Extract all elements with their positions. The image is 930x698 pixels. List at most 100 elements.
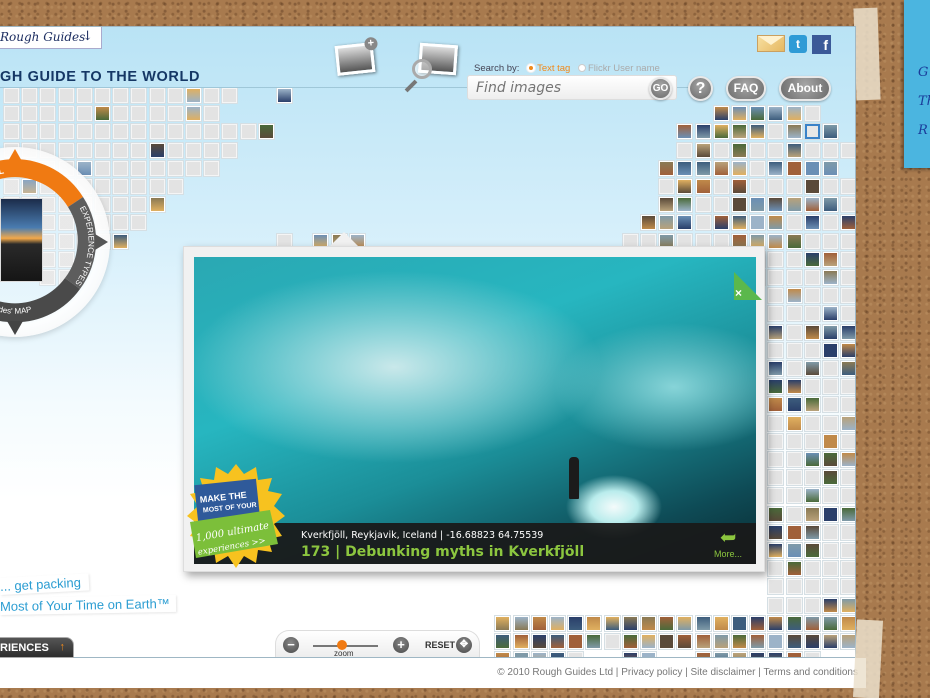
faq-button[interactable]: FAQ bbox=[726, 76, 766, 101]
map-photo-thumbnail[interactable] bbox=[841, 634, 855, 649]
map-photo-thumbnail[interactable] bbox=[732, 142, 747, 158]
map-photo-thumbnail[interactable] bbox=[586, 634, 602, 649]
map-photo-thumbnail[interactable] bbox=[823, 124, 838, 140]
site-disclaimer-link[interactable]: Site disclaimer bbox=[690, 667, 755, 678]
map-photo-thumbnail[interactable] bbox=[823, 270, 838, 285]
map-photo-thumbnail[interactable] bbox=[513, 615, 529, 631]
map-photo-thumbnail[interactable] bbox=[568, 634, 584, 649]
map-photo-thumbnail[interactable] bbox=[695, 634, 711, 649]
radio-text-tag[interactable] bbox=[527, 64, 536, 72]
map-photo-thumbnail[interactable] bbox=[841, 342, 855, 358]
map-photo-thumbnail[interactable] bbox=[677, 215, 693, 231]
map-photo-thumbnail[interactable] bbox=[768, 361, 784, 376]
map-photo-thumbnail[interactable] bbox=[677, 124, 693, 140]
map-photo-thumbnail[interactable] bbox=[823, 324, 838, 340]
twitter-icon[interactable]: t bbox=[789, 35, 807, 53]
map-photo-thumbnail[interactable] bbox=[786, 379, 802, 395]
map-photo-thumbnail[interactable] bbox=[258, 124, 274, 140]
map-photo-thumbnail[interactable] bbox=[786, 634, 802, 649]
map-photo-thumbnail[interactable] bbox=[804, 324, 820, 340]
map-photo-thumbnail[interactable] bbox=[823, 306, 838, 322]
map-photo-thumbnail[interactable] bbox=[677, 615, 693, 631]
map-photo-thumbnail[interactable] bbox=[768, 506, 784, 522]
map-photo-thumbnail[interactable] bbox=[786, 524, 802, 540]
map-photo-thumbnail[interactable] bbox=[841, 452, 855, 467]
map-photo-thumbnail[interactable] bbox=[695, 179, 711, 194]
map-photo-thumbnail[interactable] bbox=[786, 142, 802, 158]
map-photo-thumbnail[interactable] bbox=[750, 197, 766, 213]
go-button[interactable]: GO bbox=[649, 77, 672, 100]
map-photo-thumbnail[interactable] bbox=[695, 142, 711, 158]
experiences-tab[interactable]: RIENCES ↑ bbox=[0, 637, 74, 658]
map-photo-thumbnail[interactable] bbox=[823, 342, 838, 358]
map-photo-thumbnail[interactable] bbox=[659, 160, 675, 176]
map-photo-thumbnail[interactable] bbox=[622, 615, 638, 631]
map-photo-thumbnail[interactable] bbox=[786, 543, 802, 558]
reset-button[interactable]: ✥ bbox=[456, 637, 472, 653]
map-photo-thumbnail[interactable] bbox=[586, 615, 602, 631]
email-share-icon[interactable] bbox=[757, 35, 785, 52]
about-button[interactable]: About bbox=[779, 76, 831, 101]
map-photo-thumbnail[interactable] bbox=[786, 288, 802, 304]
map-photo-thumbnail[interactable] bbox=[750, 215, 766, 231]
map-photo-thumbnail[interactable] bbox=[186, 88, 201, 103]
radio-flickr-user[interactable] bbox=[577, 64, 586, 72]
map-photo-thumbnail[interactable] bbox=[823, 197, 838, 213]
map-photo-thumbnail[interactable] bbox=[786, 615, 802, 631]
brand-menu[interactable]: Rough Guides ↓ bbox=[0, 27, 102, 49]
map-photo-thumbnail[interactable] bbox=[186, 106, 201, 122]
map-photo-thumbnail[interactable] bbox=[622, 634, 638, 649]
map-photo-thumbnail[interactable] bbox=[495, 615, 511, 631]
map-photo-thumbnail[interactable] bbox=[641, 634, 656, 649]
map-photo-thumbnail[interactable] bbox=[713, 615, 729, 631]
map-photo-thumbnail[interactable] bbox=[732, 160, 747, 176]
close-icon[interactable]: × bbox=[735, 286, 742, 300]
map-photo-thumbnail[interactable] bbox=[732, 615, 747, 631]
map-photo-thumbnail[interactable] bbox=[768, 106, 784, 122]
map-photo-thumbnail[interactable] bbox=[732, 124, 747, 140]
help-button[interactable]: ? bbox=[688, 76, 713, 101]
map-photo-thumbnail[interactable] bbox=[804, 524, 820, 540]
map-photo-thumbnail[interactable] bbox=[732, 197, 747, 213]
map-photo-thumbnail[interactable] bbox=[823, 597, 838, 613]
map-photo-thumbnail[interactable] bbox=[804, 197, 820, 213]
map-photo-thumbnail[interactable] bbox=[841, 215, 855, 231]
add-photo-button[interactable]: + bbox=[334, 36, 379, 76]
more-button[interactable]: ➥ More... bbox=[708, 527, 748, 559]
map-photo-thumbnail[interactable] bbox=[604, 615, 620, 631]
search-input[interactable] bbox=[467, 75, 677, 100]
map-photo-thumbnail[interactable] bbox=[841, 324, 855, 340]
map-photo-thumbnail[interactable] bbox=[277, 88, 292, 103]
map-photo-thumbnail[interactable] bbox=[823, 251, 838, 267]
map-photo-thumbnail[interactable] bbox=[550, 615, 565, 631]
terms-link[interactable]: Terms and conditions bbox=[764, 667, 859, 678]
map-photo-thumbnail[interactable] bbox=[713, 106, 729, 122]
map-photo-thumbnail[interactable] bbox=[531, 615, 547, 631]
map-photo-thumbnail[interactable] bbox=[95, 106, 110, 122]
map-photo-thumbnail[interactable] bbox=[768, 524, 784, 540]
map-photo-thumbnail[interactable] bbox=[732, 215, 747, 231]
map-photo-thumbnail[interactable] bbox=[677, 179, 693, 194]
map-photo-thumbnail[interactable] bbox=[823, 452, 838, 467]
map-photo-thumbnail[interactable] bbox=[768, 543, 784, 558]
map-photo-thumbnail[interactable] bbox=[823, 470, 838, 486]
map-photo-thumbnail[interactable] bbox=[713, 215, 729, 231]
map-photo-thumbnail[interactable] bbox=[695, 124, 711, 140]
map-photo-thumbnail[interactable] bbox=[841, 615, 855, 631]
map-photo-thumbnail[interactable] bbox=[823, 433, 838, 449]
map-photo-thumbnail[interactable] bbox=[750, 106, 766, 122]
facebook-icon[interactable]: f bbox=[812, 35, 831, 54]
map-photo-thumbnail[interactable] bbox=[804, 452, 820, 467]
promo-badge[interactable]: MAKE THE MOST OF YOUR 1,000 ultimate exp… bbox=[186, 464, 286, 569]
map-photo-thumbnail[interactable] bbox=[531, 634, 547, 649]
map-photo-thumbnail[interactable] bbox=[659, 215, 675, 231]
map-photo-thumbnail[interactable] bbox=[804, 397, 820, 413]
map-photo-thumbnail[interactable] bbox=[804, 634, 820, 649]
map-photo-thumbnail[interactable] bbox=[823, 160, 838, 176]
option-flickr-user[interactable]: Flickr User name bbox=[588, 63, 660, 74]
map-photo-thumbnail[interactable] bbox=[641, 615, 656, 631]
map-photo-thumbnail[interactable] bbox=[750, 615, 766, 631]
map-photo-thumbnail[interactable] bbox=[732, 179, 747, 194]
map-photo-thumbnail[interactable] bbox=[550, 634, 565, 649]
map-photo-thumbnail[interactable] bbox=[768, 197, 784, 213]
